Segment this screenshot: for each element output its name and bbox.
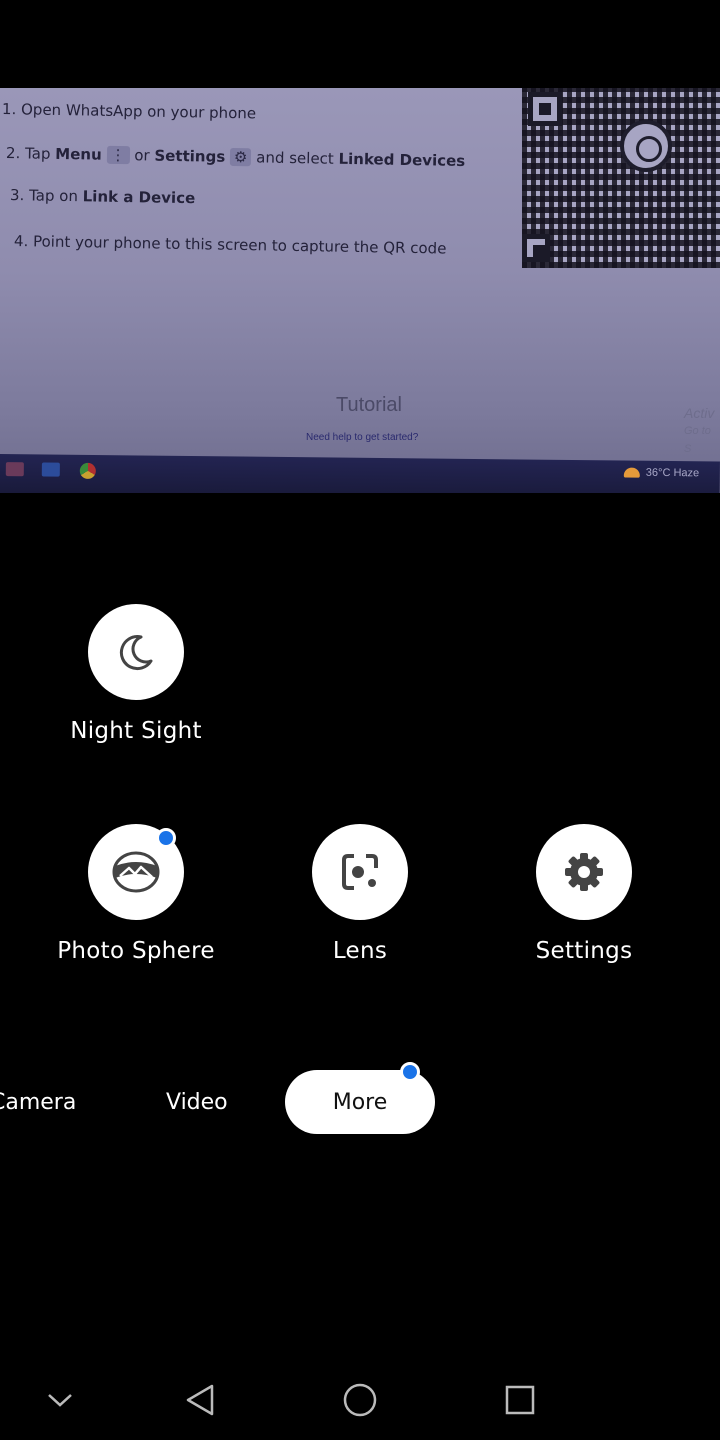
back-button[interactable] [178, 1378, 222, 1422]
chevron-down-icon [48, 1394, 72, 1407]
system-navigation-bar [0, 1360, 720, 1440]
mode-photo-sphere[interactable]: Photo Sphere [36, 824, 236, 964]
taskbar-weather: 36°C Haze [623, 467, 699, 479]
home-icon [343, 1383, 377, 1417]
mode-lens[interactable]: Lens [260, 824, 460, 964]
whatsapp-logo-icon [620, 120, 672, 172]
mode-video-label: Video [166, 1089, 228, 1115]
gear-icon [565, 853, 603, 891]
recents-icon [505, 1385, 535, 1415]
mode-settings[interactable]: Settings [484, 824, 684, 964]
hide-keyboard-button[interactable] [38, 1378, 82, 1422]
night-sight-label: Night Sight [70, 718, 202, 744]
mode-camera-label: Camera [0, 1089, 77, 1115]
photo-sphere-button[interactable] [88, 824, 184, 920]
taskbar-mail-icon [41, 462, 60, 477]
help-link: Need help to get started? [306, 432, 419, 443]
back-icon [186, 1384, 214, 1416]
mode-video[interactable]: Video [166, 1070, 228, 1134]
photo-sphere-icon [112, 851, 160, 893]
recents-button[interactable] [498, 1378, 542, 1422]
mode-camera[interactable]: Camera [0, 1070, 76, 1134]
settings-chip: ⚙ [229, 147, 252, 167]
menu-dots-chip: ⋮ [106, 145, 130, 165]
mode-more-label: More [332, 1089, 388, 1115]
weather-icon [623, 467, 640, 478]
more-new-badge [400, 1062, 420, 1082]
qr-code [522, 88, 720, 268]
settings-label: Settings [535, 938, 633, 964]
mode-night-sight[interactable]: Night Sight [36, 604, 236, 744]
taskbar-store-icon [5, 462, 24, 477]
settings-button[interactable] [536, 824, 632, 920]
lens-label: Lens [332, 938, 388, 964]
activate-windows-watermark: Activ Go to S [684, 405, 715, 455]
viewfinder-step-3: 3. Tap on Link a Device [9, 186, 196, 208]
photo-sphere-new-badge [156, 828, 176, 848]
lens-button[interactable] [312, 824, 408, 920]
tutorial-heading: Tutorial [336, 394, 402, 416]
night-sight-button[interactable] [88, 604, 184, 700]
viewfinder-step-1: 1. Open WhatsApp on your phone [1, 100, 257, 123]
camera-viewfinder[interactable]: 1. Open WhatsApp on your phone 2. Tap Me… [0, 88, 720, 493]
photo-sphere-label: Photo Sphere [57, 938, 215, 964]
moon-icon [119, 635, 153, 671]
lens-icon [342, 854, 378, 890]
taskbar-chrome-icon [79, 462, 96, 480]
laptop-taskbar: 36°C Haze [0, 454, 720, 493]
home-button[interactable] [338, 1378, 382, 1422]
mode-more[interactable]: More [285, 1062, 435, 1134]
viewfinder-step-4: 4. Point your phone to this screen to ca… [13, 232, 447, 258]
viewfinder-step-2: 2. Tap Menu ⋮ or Settings ⚙ and select L… [5, 144, 466, 171]
